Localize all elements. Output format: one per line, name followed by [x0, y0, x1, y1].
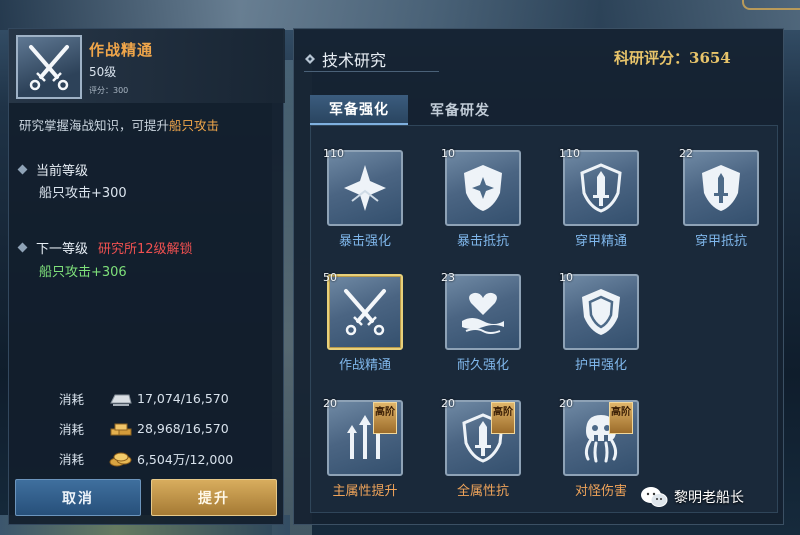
skill-name: 作战精通 — [89, 41, 154, 59]
diamond-title-icon — [305, 54, 315, 64]
skill-header: 作战精通 50级 评分：300 — [9, 29, 285, 103]
title-divider — [304, 71, 439, 72]
shield-icon — [582, 289, 620, 335]
tech-node-monster-damage[interactable]: 高阶 20 对怪伤害 — [559, 397, 639, 499]
crossed-swords-icon — [344, 289, 386, 336]
tech-node-pierce-mastery[interactable]: 110 穿甲精通 — [559, 147, 639, 249]
tech-tile[interactable] — [327, 150, 403, 226]
watermark: 黎明老船长 — [640, 486, 744, 508]
cancel-button[interactable]: 取消 — [15, 479, 141, 516]
advanced-badge: 高阶 — [491, 402, 515, 434]
advanced-badge: 高阶 — [609, 402, 633, 434]
tech-level: 110 — [559, 147, 580, 160]
heart-wave-icon — [462, 292, 504, 334]
tech-label: 全属性抗 — [456, 484, 509, 499]
tech-level: 20 — [323, 397, 337, 410]
tech-label: 作战精通 — [338, 358, 391, 373]
tech-level: 110 — [323, 147, 344, 160]
cost-value: 17,074/16,570 — [137, 391, 229, 406]
tech-node-armor-enhance[interactable]: 10 护甲强化 — [559, 271, 639, 373]
cost-row: 消耗 28,968/16,570 — [59, 419, 229, 438]
tech-tile[interactable] — [445, 150, 521, 226]
tech-research-panel: 技术研究 科研评分：3654 军备强化 军备研发 110 暴击强化 10 暴击抵… — [293, 28, 784, 525]
tech-level: 22 — [679, 147, 693, 160]
cost-label: 消耗 — [59, 422, 85, 437]
tech-level: 10 — [441, 147, 455, 160]
cost-row: 消耗 17,074/16,570 — [59, 389, 229, 408]
cost-row: 消耗 6,504万/12,000 — [59, 449, 233, 468]
tech-node-durability[interactable]: 23 耐久强化 — [441, 271, 521, 373]
tech-level: 50 — [323, 271, 337, 284]
tech-level: 23 — [441, 271, 455, 284]
watermark-text: 黎明老船长 — [674, 490, 744, 506]
tech-level: 10 — [559, 271, 573, 284]
tab-armament-develop[interactable]: 军备研发 — [414, 95, 506, 125]
tech-tile[interactable] — [445, 274, 521, 350]
cost-value: 28,968/16,570 — [137, 421, 229, 436]
research-score: 科研评分：3654 — [614, 49, 731, 67]
cost-label: 消耗 — [59, 392, 85, 407]
next-level-label: 下一等级 — [36, 242, 89, 257]
current-level-heading: 当前等级 — [17, 160, 89, 179]
skill-score: 评分：300 — [89, 86, 129, 95]
tech-label: 护甲强化 — [574, 358, 627, 373]
coins-icon — [109, 452, 132, 466]
sword-shield-icon — [702, 165, 740, 211]
tech-tile-selected[interactable] — [327, 274, 403, 350]
tech-label: 穿甲抵抗 — [694, 234, 747, 249]
crossed-swords-icon — [16, 35, 82, 99]
skill-level: 50级 — [89, 65, 117, 79]
current-level-label: 当前等级 — [36, 164, 89, 179]
tech-label: 穿甲精通 — [574, 234, 627, 249]
cost-value: 6,504万/12,000 — [137, 452, 234, 467]
tech-tile[interactable] — [683, 150, 759, 226]
description-text: 研究掌握海战知识，可提升 — [19, 118, 170, 133]
skill-detail-panel: 作战精通 50级 评分：300 研究掌握海战知识，可提升船只攻击 当前等级 船只… — [8, 28, 285, 525]
tech-tile[interactable] — [563, 274, 639, 350]
diamond-bullet-icon — [17, 242, 28, 253]
tech-level: 20 — [559, 397, 573, 410]
description-highlight: 船只攻击 — [169, 118, 220, 133]
tech-node-combat-mastery[interactable]: 50 作战精通 — [323, 271, 403, 373]
wechat-icon — [641, 487, 668, 507]
advanced-badge: 高阶 — [373, 402, 397, 434]
starburst-icon — [344, 165, 386, 211]
diamond-bullet-icon — [17, 164, 28, 175]
tech-label: 耐久强化 — [456, 358, 509, 373]
sword-shield-icon — [580, 163, 622, 213]
tech-label: 暴击抵抗 — [456, 234, 509, 249]
skill-description: 研究掌握海战知识，可提升船只攻击 — [19, 117, 281, 134]
tech-label: 主属性提升 — [332, 484, 398, 499]
panel-title-text: 技术研究 — [322, 51, 387, 70]
tech-label: 暴击强化 — [338, 234, 391, 249]
next-level-heading: 下一等级 研究所12级解锁 — [17, 238, 193, 257]
current-level-value: 船只攻击+300 — [39, 186, 127, 201]
silver-ingot-icon — [110, 394, 132, 406]
cost-label: 消耗 — [59, 452, 85, 467]
gold-bars-icon — [110, 423, 132, 435]
tech-node-main-attr[interactable]: 高阶 20 主属性提升 — [323, 397, 403, 499]
star-shield-icon — [464, 165, 502, 211]
tech-node-crit-resist[interactable]: 10 暴击抵抗 — [441, 147, 521, 249]
panel-title: 技术研究 — [304, 47, 386, 71]
unlock-requirement: 研究所12级解锁 — [98, 242, 193, 257]
tech-grid: 110 暴击强化 10 暴击抵抗 110 穿甲精通 22 穿甲抵抗 50 作战精… — [310, 125, 778, 513]
tab-armament-enhance[interactable]: 军备强化 — [310, 95, 408, 125]
tech-tile[interactable] — [563, 150, 639, 226]
top-right-frame — [742, 0, 800, 10]
tech-node-pierce-resist[interactable]: 22 穿甲抵抗 — [679, 147, 759, 249]
upgrade-button[interactable]: 提升 — [151, 479, 277, 516]
tech-node-all-resist[interactable]: 高阶 20 全属性抗 — [441, 397, 521, 499]
tech-level: 20 — [441, 397, 455, 410]
background-top — [0, 0, 800, 30]
tech-node-crit-enhance[interactable]: 110 暴击强化 — [323, 147, 403, 249]
next-level-value: 船只攻击+306 — [39, 265, 127, 280]
